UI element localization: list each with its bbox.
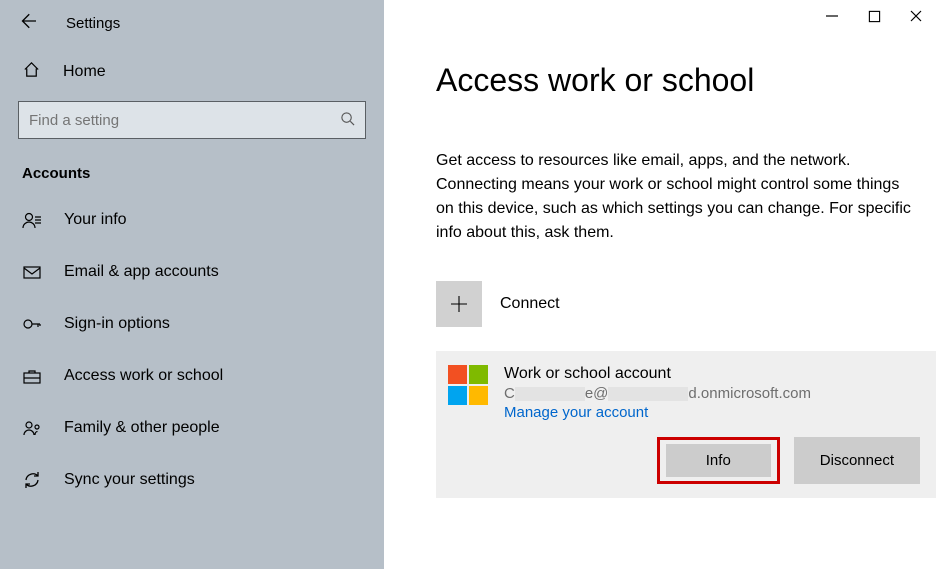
search-icon — [340, 111, 355, 130]
sync-icon — [22, 470, 42, 490]
home-icon — [22, 60, 41, 83]
sidebar-item-label: Email & app accounts — [64, 263, 219, 281]
account-email: Ce@d.onmicrosoft.com — [504, 385, 811, 402]
page-title: Access work or school — [436, 62, 936, 99]
info-button[interactable]: Info — [666, 444, 771, 477]
connect-label: Connect — [500, 295, 560, 313]
sidebar-nav: Your info Email & app accounts Sign-in o… — [0, 194, 384, 506]
sidebar-item-label: Sign-in options — [64, 315, 170, 333]
sidebar-item-label: Sync your settings — [64, 471, 195, 489]
plus-icon — [436, 281, 482, 327]
close-icon[interactable] — [908, 8, 924, 24]
window-controls — [824, 8, 924, 24]
sidebar-item-work-school[interactable]: Access work or school — [0, 350, 384, 402]
people-icon — [22, 418, 42, 438]
nav-home[interactable]: Home — [0, 44, 384, 101]
search-input[interactable] — [29, 112, 340, 129]
sidebar-item-label: Family & other people — [64, 419, 220, 437]
sidebar-item-family[interactable]: Family & other people — [0, 402, 384, 454]
person-icon — [22, 210, 42, 230]
manage-account-link[interactable]: Manage your account — [504, 404, 811, 421]
back-icon[interactable] — [18, 12, 36, 34]
microsoft-logo-icon — [448, 365, 488, 405]
sidebar-item-sync[interactable]: Sync your settings — [0, 454, 384, 506]
minimize-icon[interactable] — [824, 8, 840, 24]
key-icon — [22, 314, 42, 334]
sidebar-item-your-info[interactable]: Your info — [0, 194, 384, 246]
sidebar-item-label: Access work or school — [64, 367, 223, 385]
settings-sidebar: Settings Home Accounts Your info Email &… — [0, 0, 384, 569]
disconnect-button[interactable]: Disconnect — [794, 437, 920, 484]
sidebar-category: Accounts — [0, 159, 384, 194]
sidebar-item-label: Your info — [64, 211, 127, 229]
maximize-icon[interactable] — [866, 8, 882, 24]
info-button-highlight: Info — [657, 437, 780, 484]
account-type: Work or school account — [504, 365, 811, 383]
connect-button[interactable]: Connect — [436, 281, 936, 327]
nav-home-label: Home — [63, 63, 106, 81]
window-title: Settings — [66, 15, 120, 32]
sidebar-item-signin[interactable]: Sign-in options — [0, 298, 384, 350]
main-pane: Access work or school Get access to reso… — [384, 0, 936, 569]
search-field[interactable] — [18, 101, 366, 139]
page-description: Get access to resources like email, apps… — [436, 149, 916, 245]
mail-icon — [22, 262, 42, 282]
briefcase-icon — [22, 366, 42, 386]
account-card[interactable]: Work or school account Ce@d.onmicrosoft.… — [436, 351, 936, 498]
sidebar-item-email[interactable]: Email & app accounts — [0, 246, 384, 298]
